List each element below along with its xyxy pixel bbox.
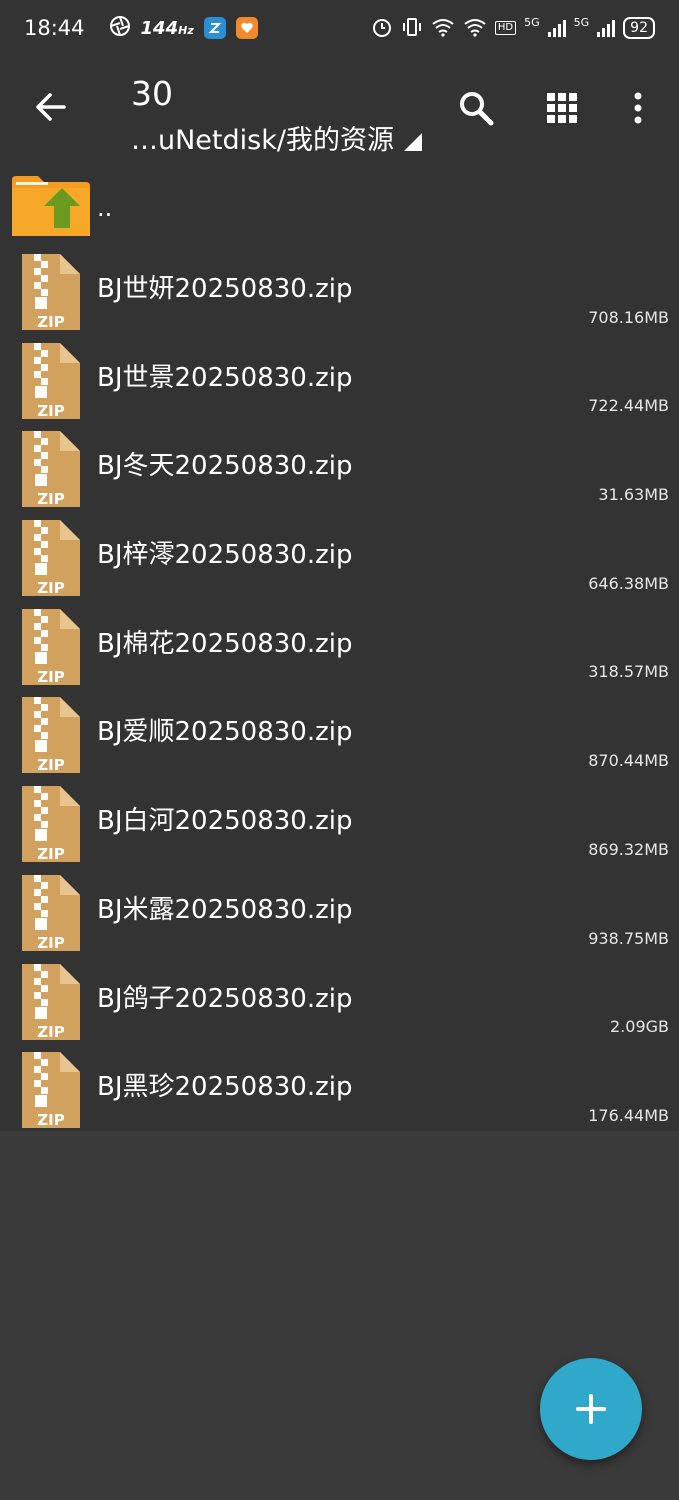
add-fab-button[interactable] [540, 1358, 642, 1460]
zip-label: ZIP [37, 1023, 64, 1041]
parent-directory-label: .. [97, 194, 113, 222]
search-button[interactable] [454, 86, 498, 130]
back-arrow-icon [36, 93, 66, 121]
file-row[interactable]: ZIP BJ米露20250830.zip 938.75MB [0, 864, 679, 957]
zip-label: ZIP [37, 490, 64, 508]
folder-title: 30 [131, 74, 173, 113]
aperture-icon [109, 15, 131, 41]
search-icon [460, 92, 494, 126]
file-row[interactable]: ZIP BJ黑珍20250830.zip 176.44MB [0, 1042, 679, 1131]
file-name: BJ黑珍20250830.zip [97, 1072, 353, 1103]
status-right: HD 5G 5G 92 [371, 16, 655, 41]
back-button[interactable] [30, 86, 72, 128]
file-row[interactable]: ZIP BJ爱顺20250830.zip 870.44MB [0, 687, 679, 779]
zip-label: ZIP [37, 668, 64, 686]
file-size: 708.16MB [588, 307, 669, 327]
zip-label: ZIP [37, 313, 64, 331]
wifi-icon-2 [463, 17, 487, 40]
hd-badge: HD [494, 21, 517, 35]
more-vert-icon [634, 92, 642, 124]
zip-label: ZIP [37, 1111, 64, 1129]
file-size: 646.38MB [588, 573, 669, 593]
file-size: 869.32MB [588, 839, 669, 859]
refresh-rate-value: 144 [140, 17, 179, 39]
file-size: 722.44MB [588, 396, 669, 416]
battery-indicator: 92 [623, 17, 655, 39]
app-bar: 30 …uNetdisk/我的资源 [0, 56, 679, 166]
file-row[interactable]: ZIP BJ世景20250830.zip 722.44MB [0, 332, 679, 425]
signal-icon-2 [597, 19, 616, 37]
file-row[interactable]: ZIP BJ白河20250830.zip 869.32MB [0, 776, 679, 865]
refresh-rate-unit: Hz [178, 23, 194, 37]
vibrate-icon [401, 16, 423, 41]
file-size: 176.44MB [588, 1105, 669, 1125]
signal-icon [547, 19, 566, 37]
zip-file-icon: ZIP [20, 873, 82, 957]
app-notification-icon [203, 17, 226, 39]
file-row[interactable]: ZIP BJ鸽子20250830.zip 2.09GB [0, 953, 679, 1046]
zip-file-icon: ZIP [20, 252, 82, 336]
file-list: .. ZIP BJ世妍20250830.zip 708.16MB ZIP BJ世… [0, 166, 679, 1131]
file-name: BJ米露20250830.zip [97, 894, 353, 925]
file-size: 938.75MB [588, 928, 669, 948]
status-bar: 18:44 144Hz HD 5G 5G 92 [0, 0, 679, 56]
wifi-icon [431, 17, 455, 40]
zip-label: ZIP [37, 845, 64, 863]
file-name: BJ白河20250830.zip [97, 806, 353, 837]
zip-file-icon: ZIP [20, 341, 82, 425]
heart-app-icon [235, 17, 258, 39]
zip-label: ZIP [37, 756, 64, 774]
file-size: 2.09GB [610, 1017, 669, 1037]
status-time: 18:44 [24, 16, 85, 40]
path-selector[interactable]: …uNetdisk/我的资源 [131, 118, 422, 157]
path-text: …uNetdisk/我的资源 [131, 125, 394, 156]
grid-view-icon [547, 93, 577, 123]
dropdown-triangle-icon [403, 133, 422, 151]
zip-file-icon: ZIP [20, 429, 82, 513]
file-name: BJ爱顺20250830.zip [97, 717, 353, 748]
network-label-1: 5G [524, 15, 540, 29]
file-size: 870.44MB [588, 751, 669, 771]
file-size: 31.63MB [598, 485, 669, 505]
file-name: BJ冬天20250830.zip [97, 451, 353, 482]
file-name: BJ鸽子20250830.zip [97, 983, 353, 1014]
file-name: BJ世妍20250830.zip [97, 274, 353, 304]
file-row[interactable]: ZIP BJ梓澪20250830.zip 646.38MB [0, 510, 679, 599]
zip-file-icon: ZIP [20, 518, 82, 602]
grid-view-button[interactable] [540, 86, 584, 130]
file-name: BJ棉花20250830.zip [97, 628, 353, 659]
parent-directory-row[interactable]: .. [0, 166, 679, 244]
zip-file-icon: ZIP [20, 1050, 82, 1134]
status-left: 18:44 144Hz [24, 15, 258, 41]
refresh-rate: 144Hz [141, 18, 194, 39]
more-options-button[interactable] [616, 86, 660, 130]
file-row[interactable]: ZIP BJ棉花20250830.zip 318.57MB [0, 598, 679, 691]
alarm-icon [371, 16, 393, 41]
file-name: BJ世景20250830.zip [97, 362, 353, 393]
zip-label: ZIP [37, 579, 64, 597]
file-name: BJ梓澪20250830.zip [97, 540, 353, 571]
zip-label: ZIP [37, 402, 64, 420]
zip-label: ZIP [37, 934, 64, 952]
zip-file-icon: ZIP [20, 962, 82, 1046]
file-size: 318.57MB [588, 662, 669, 682]
zip-file-icon: ZIP [20, 607, 82, 691]
network-label-2: 5G [573, 15, 590, 29]
file-row[interactable]: ZIP BJ冬天20250830.zip 31.63MB [0, 421, 679, 513]
zip-file-icon: ZIP [20, 784, 82, 868]
folder-up-icon [12, 176, 90, 236]
plus-icon [576, 1394, 606, 1424]
file-row[interactable]: ZIP BJ世妍20250830.zip 708.16MB [0, 244, 679, 333]
zip-file-icon: ZIP [20, 695, 82, 779]
